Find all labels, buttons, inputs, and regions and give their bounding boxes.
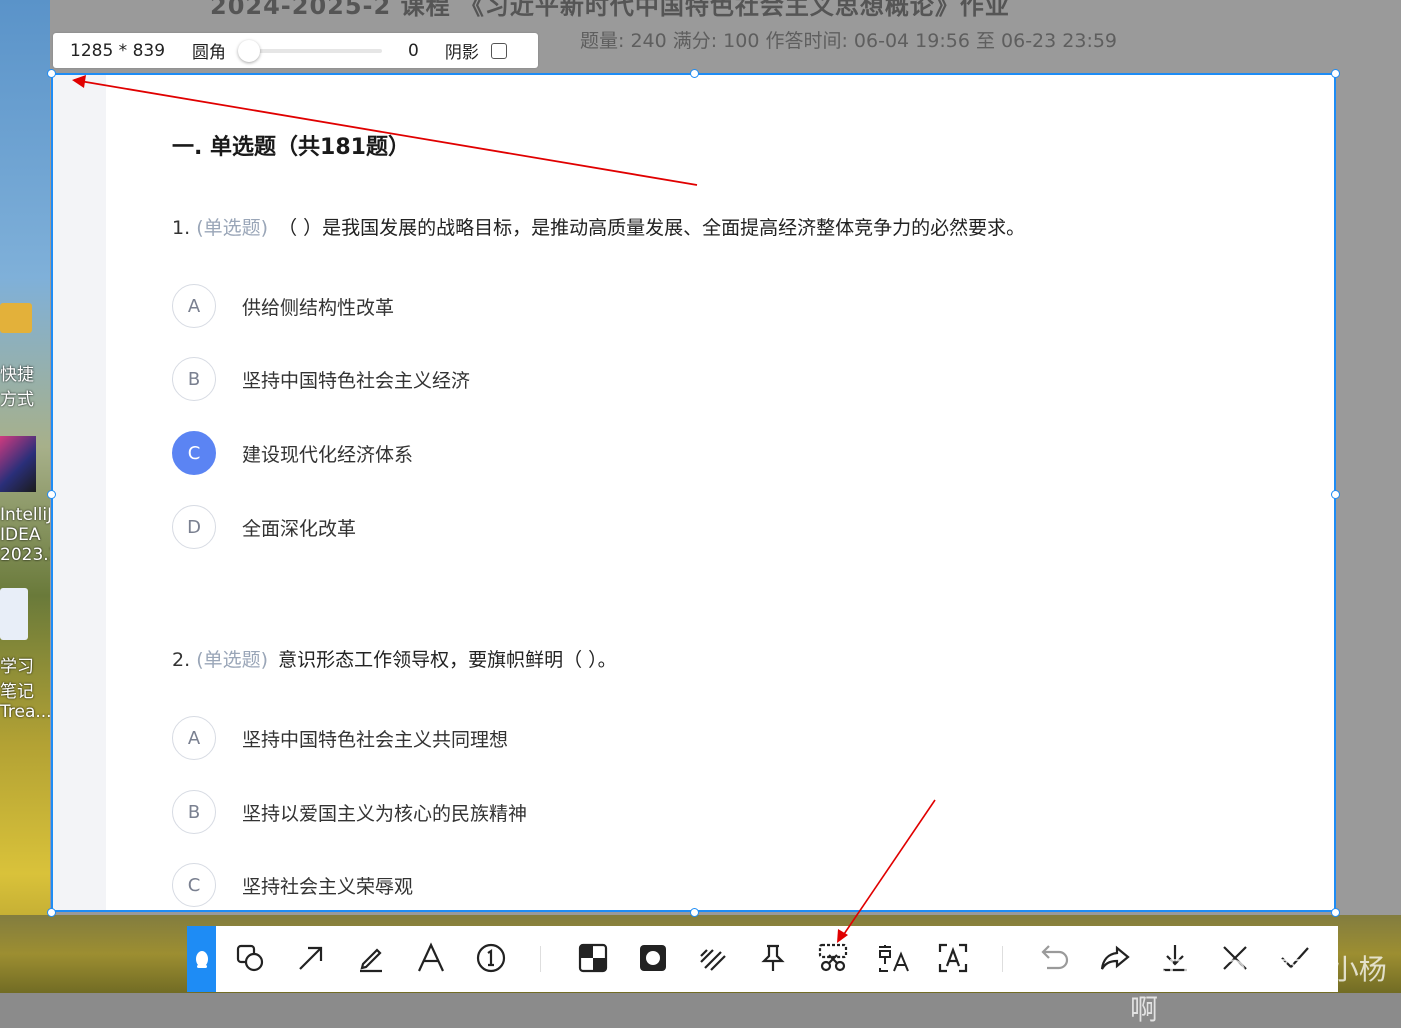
option-letter[interactable]: D bbox=[172, 505, 216, 549]
pushpin-icon bbox=[761, 944, 785, 971]
mosaic-tool-button[interactable] bbox=[575, 940, 611, 976]
option-text: 建设现代化经济体系 bbox=[242, 443, 414, 466]
numbered-marker-icon bbox=[476, 943, 506, 973]
resize-handle-top-right[interactable] bbox=[1331, 69, 1340, 78]
blur-tool-button[interactable] bbox=[635, 940, 671, 976]
option-1a[interactable]: A 供给侧结构性改革 bbox=[172, 282, 394, 330]
shadow-checkbox[interactable] bbox=[490, 42, 507, 59]
option-text: 坚持中国特色社会主义共同理想 bbox=[242, 728, 509, 751]
resize-handle-left[interactable] bbox=[47, 490, 56, 499]
resize-handle-bottom-left[interactable] bbox=[47, 908, 56, 917]
question-type: (单选题) bbox=[196, 649, 269, 671]
shape-icon bbox=[236, 944, 264, 972]
option-1d[interactable]: D 全面深化改革 bbox=[172, 503, 356, 551]
intellij-idea-icon[interactable] bbox=[0, 436, 36, 492]
resize-handle-bottom[interactable] bbox=[690, 908, 699, 917]
option-1c[interactable]: C 建设现代化经济体系 bbox=[172, 429, 413, 477]
csdn-watermark: CSDN @是奋斗小杨啊 bbox=[1130, 953, 1387, 1026]
option-text: 全面深化改革 bbox=[242, 517, 357, 540]
option-letter[interactable]: B bbox=[172, 357, 216, 401]
arrow-icon bbox=[299, 946, 323, 970]
option-letter-selected[interactable]: C bbox=[172, 431, 216, 475]
desktop-icon-idea-label: IntelliJ IDEA 2023.3.4 bbox=[0, 505, 50, 565]
section-title: 一. 单选题（共181题） bbox=[172, 135, 410, 160]
page-sidebar-strip bbox=[53, 75, 106, 910]
highlight-tool-button[interactable] bbox=[695, 940, 731, 976]
option-letter[interactable]: B bbox=[172, 790, 216, 834]
question-number: 1. bbox=[172, 217, 191, 239]
pen-tool-button[interactable] bbox=[353, 940, 389, 976]
option-letter[interactable]: C bbox=[172, 863, 216, 907]
option-letter[interactable]: A bbox=[172, 716, 216, 760]
scissors-icon bbox=[818, 943, 848, 972]
undo-icon bbox=[1041, 945, 1069, 970]
question-2: 2. (单选题) 意识形态工作领导权，要旗帜鲜明（ ）。 bbox=[172, 645, 617, 672]
blur-icon bbox=[640, 945, 666, 971]
scissors-tool-button[interactable] bbox=[815, 940, 851, 976]
question-number: 2. bbox=[172, 649, 191, 671]
question-text: 意识形态工作领导权，要旗帜鲜明（ ）。 bbox=[278, 649, 617, 671]
capture-selection[interactable]: 一. 单选题（共181题） 1. (单选题) （ ）是我国发展的战略目标，是推动… bbox=[51, 73, 1336, 912]
option-text: 坚持中国特色社会主义经济 bbox=[242, 369, 471, 392]
text-tool-button[interactable] bbox=[413, 940, 449, 976]
folder-icon[interactable] bbox=[0, 303, 32, 333]
resize-handle-right[interactable] bbox=[1331, 490, 1340, 499]
corner-radius-label: 圆角 bbox=[192, 43, 227, 63]
mosaic-icon bbox=[578, 943, 608, 973]
ocr-text-icon bbox=[938, 943, 968, 973]
text-icon bbox=[418, 942, 444, 972]
desktop-icon-shortcut-label: 快捷方式 bbox=[0, 365, 34, 410]
option-2a[interactable]: A 坚持中国特色社会主义共同理想 bbox=[172, 714, 508, 762]
translate-tool-button[interactable] bbox=[875, 940, 911, 976]
hatch-icon bbox=[700, 949, 726, 971]
share-arrow-icon bbox=[1100, 945, 1130, 970]
background-page-meta: 题量: 240 满分: 100 作答时间: 06-04 19:56 至 06-2… bbox=[580, 30, 1118, 52]
capture-info-bar: 1285 * 839 圆角 0 阴影 bbox=[53, 33, 538, 68]
undo-button[interactable] bbox=[1037, 940, 1073, 976]
resize-handle-top-left[interactable] bbox=[47, 69, 56, 78]
question-text: （ ）是我国发展的战略目标，是推动高质量发展、全面提高经济整体竞争力的必然要求。 bbox=[278, 217, 1026, 239]
resize-handle-top[interactable] bbox=[690, 69, 699, 78]
background-page-title: 2024-2025-2 课程 《习近平新时代中国特色社会主义思想概论》作业 bbox=[210, 0, 1010, 20]
pen-icon bbox=[360, 948, 382, 973]
desktop-icon-notes-label: 学习笔记 Trea... bbox=[0, 657, 50, 722]
option-letter[interactable]: A bbox=[172, 284, 216, 328]
arrow-tool-button[interactable] bbox=[293, 940, 329, 976]
redo-button[interactable] bbox=[1097, 940, 1133, 976]
option-2c[interactable]: C 坚持社会主义荣辱观 bbox=[172, 861, 413, 909]
document-icon[interactable] bbox=[0, 588, 28, 640]
pin-to-screen-button[interactable] bbox=[755, 940, 791, 976]
shape-tool-button[interactable] bbox=[232, 940, 268, 976]
penguin-icon bbox=[195, 951, 208, 968]
ocr-tool-button[interactable] bbox=[935, 940, 971, 976]
option-text: 坚持以爱国主义为核心的民族精神 bbox=[242, 802, 528, 825]
toolbar-divider bbox=[1002, 946, 1003, 972]
corner-radius-value: 0 bbox=[408, 40, 419, 61]
toolbar-divider bbox=[540, 946, 541, 972]
option-1b[interactable]: B 坚持中国特色社会主义经济 bbox=[172, 355, 470, 403]
option-2b[interactable]: B 坚持以爱国主义为核心的民族精神 bbox=[172, 788, 527, 836]
corner-radius-slider[interactable] bbox=[238, 39, 383, 62]
option-text: 坚持社会主义荣辱观 bbox=[242, 875, 414, 898]
translate-icon bbox=[879, 945, 909, 972]
number-tool-button[interactable] bbox=[473, 940, 509, 976]
question-type: (单选题) bbox=[196, 217, 269, 239]
pin-tool-button[interactable] bbox=[187, 926, 216, 992]
option-text: 供给侧结构性改革 bbox=[242, 296, 395, 319]
resize-handle-bottom-right[interactable] bbox=[1331, 908, 1340, 917]
capture-size: 1285 * 839 bbox=[70, 40, 166, 61]
question-1: 1. (单选题) （ ）是我国发展的战略目标，是推动高质量发展、全面提高经济整体… bbox=[172, 213, 1025, 240]
shadow-label: 阴影 bbox=[444, 43, 479, 63]
corner-radius-slider-thumb[interactable] bbox=[238, 39, 261, 62]
